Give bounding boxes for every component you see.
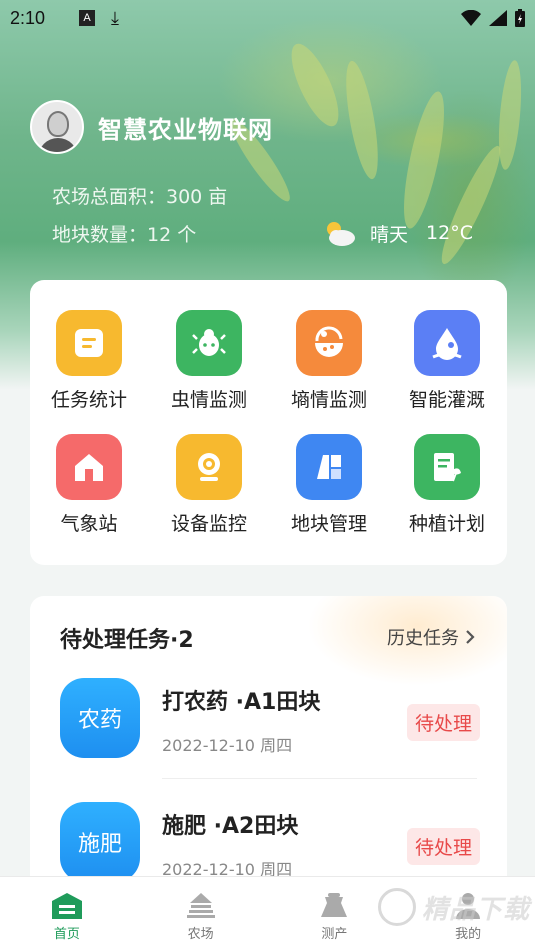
weather-text: 晴天	[370, 223, 409, 246]
grid-label: 智能灌溉	[408, 389, 485, 411]
farm-area-label: 农场总面积：300 亩	[52, 186, 228, 208]
plan-icon	[414, 434, 480, 500]
grid-label: 任务统计	[50, 389, 127, 411]
wifi-icon	[461, 10, 481, 26]
task-row[interactable]: 农药 打农药 ·A1田块 2022-12-10 周四 待处理	[60, 678, 480, 778]
task-status-badge: 待处理	[406, 828, 480, 865]
grid-item-device-monitor[interactable]: 设备监控	[154, 434, 264, 536]
grid-label: 墒情监测	[290, 389, 367, 411]
grid-item-soil-monitor[interactable]: 墒情监测	[274, 310, 384, 412]
task-type-badge: 施肥	[60, 802, 140, 882]
camera-icon	[176, 434, 242, 500]
profile-header: 智慧农业物联网	[30, 100, 273, 154]
grid-label: 虫情监测	[170, 389, 247, 411]
plot-count-label: 地块数量：12 个	[52, 224, 197, 246]
avatar[interactable]	[30, 100, 84, 154]
download-icon: ⤓	[111, 7, 120, 29]
tab-home[interactable]: 首页	[0, 877, 134, 952]
accessibility-icon: A	[79, 10, 96, 26]
yield-tab-icon	[321, 893, 348, 917]
divider	[162, 778, 477, 779]
pending-tasks-title: 待处理任务·2	[60, 628, 194, 653]
grid-item-weather-station[interactable]: 气象站	[34, 434, 144, 536]
pending-tasks-card: 待处理任务·2 历史任务 农药 打农药 ·A1田块 2022-12-10 周四 …	[30, 596, 507, 896]
partly-cloudy-icon	[322, 219, 356, 247]
farm-tab-icon	[186, 893, 215, 918]
grid-item-plot-management[interactable]: 地块管理	[274, 434, 384, 536]
water-drop-icon	[414, 310, 480, 376]
tab-label: 首页	[53, 927, 80, 942]
home-tab-icon	[51, 893, 82, 919]
soil-icon	[296, 310, 362, 376]
chevron-right-icon	[466, 630, 475, 644]
status-bar: 2:10 A ⤓	[0, 0, 535, 36]
task-title: 施肥 ·A2田块	[162, 814, 299, 839]
feature-grid: 任务统计 虫情监测 墒情监测 智能灌溉 气象站 设备监控 地块管理 种植计划	[30, 280, 507, 565]
grid-label: 气象站	[60, 513, 118, 535]
task-status-badge: 待处理	[406, 704, 480, 741]
grid-item-task-stats[interactable]: 任务统计	[34, 310, 144, 412]
tab-label: 农场	[187, 927, 214, 942]
status-time: 2:10	[10, 7, 46, 28]
temperature: 12°C	[426, 222, 473, 244]
history-tasks-link[interactable]: 历史任务	[387, 624, 477, 650]
watermark-logo: 精品下载	[378, 888, 530, 926]
history-tasks-label: 历史任务	[387, 628, 459, 649]
tab-farm[interactable]: 农场	[134, 877, 268, 952]
signal-icon	[489, 10, 507, 26]
grid-label: 设备监控	[170, 513, 247, 535]
grid-item-pest-monitor[interactable]: 虫情监测	[154, 310, 264, 412]
plot-icon	[296, 434, 362, 500]
task-type-badge: 农药	[60, 678, 140, 758]
battery-icon	[515, 9, 525, 27]
watermark-text: 精品下载	[422, 894, 531, 925]
grid-label: 地块管理	[290, 513, 367, 535]
home-icon	[56, 434, 122, 500]
app-title: 智慧农业物联网	[98, 115, 273, 144]
task-date: 2022-12-10 周四	[162, 736, 293, 755]
weather-widget: 晴天 12°C	[322, 219, 473, 247]
grid-item-smart-irrigation[interactable]: 智能灌溉	[392, 310, 502, 412]
task-stats-icon	[56, 310, 122, 376]
grid-item-planting-plan[interactable]: 种植计划	[392, 434, 502, 536]
grid-label: 种植计划	[408, 513, 485, 535]
bug-icon	[176, 310, 242, 376]
task-title: 打农药 ·A1田块	[162, 690, 321, 715]
